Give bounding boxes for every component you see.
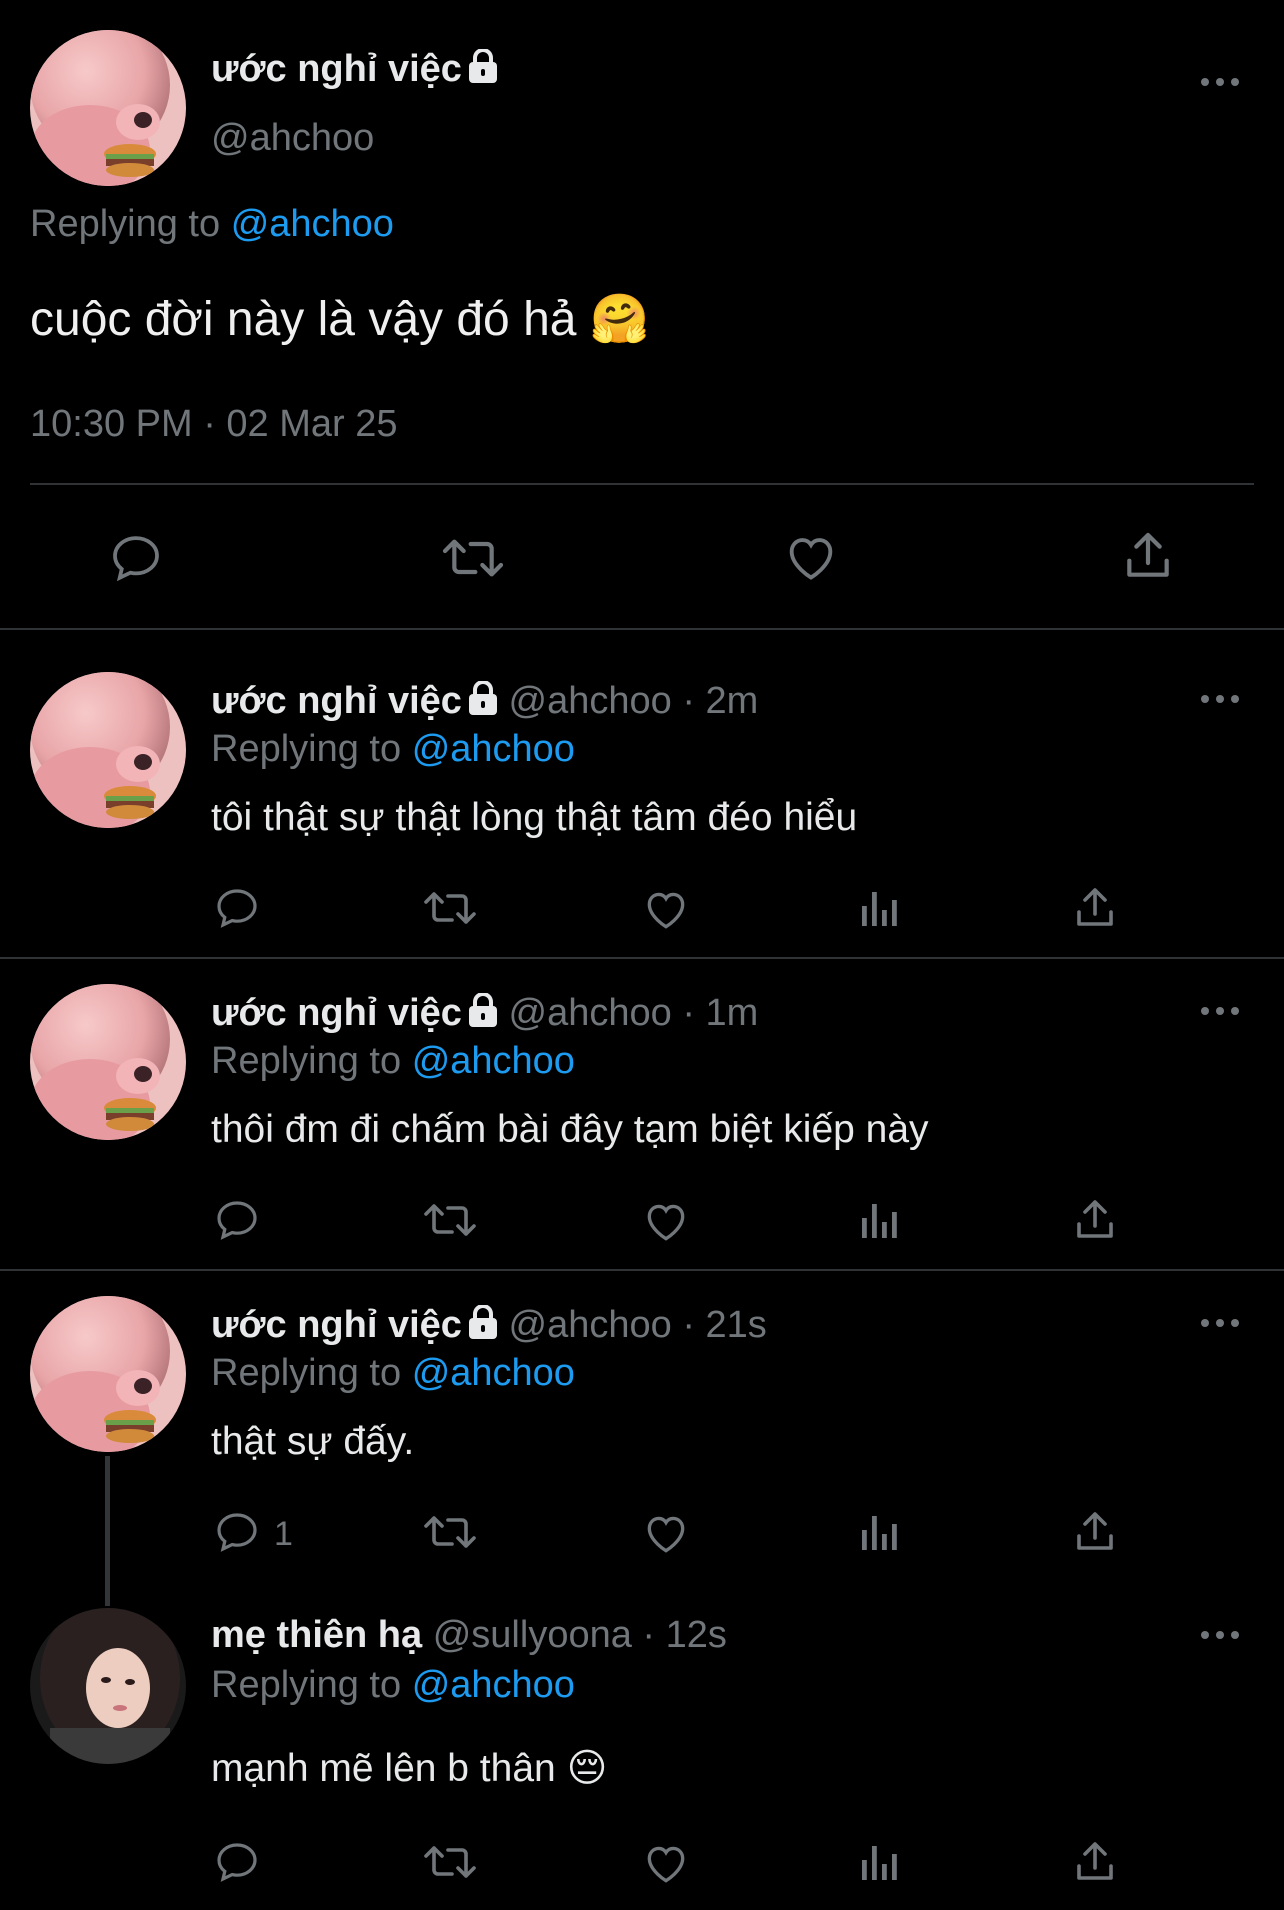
lock-icon <box>468 48 498 93</box>
display-name[interactable]: ước nghỉ việc <box>211 992 462 1034</box>
replying-handle-link[interactable]: @ahchoo <box>412 1664 575 1706</box>
reply-header: ước nghỉ việc @ahchoo · 2m <box>211 680 758 725</box>
divider <box>0 628 1284 630</box>
replying-to: Replying to @ahchoo <box>211 728 575 771</box>
replying-to: Replying to @ahchoo <box>30 203 394 246</box>
share-icon[interactable] <box>1071 1838 1119 1886</box>
divider <box>0 957 1284 959</box>
share-icon[interactable] <box>1071 1196 1119 1244</box>
replying-label: Replying to <box>211 1664 402 1706</box>
reply-icon[interactable] <box>108 530 164 586</box>
display-name[interactable]: mẹ thiên hạ <box>211 1614 422 1656</box>
reply-header: ước nghỉ việc @ahchoo · 21s <box>211 1304 767 1349</box>
handle[interactable]: @ahchoo <box>509 992 672 1034</box>
timestamp[interactable]: 10:30 PM · 02 Mar 25 <box>30 403 398 446</box>
tweet-body: mạnh mẽ lên b thân <box>211 1747 556 1790</box>
retweet-icon[interactable] <box>422 1838 478 1886</box>
tweet-text: tôi thật sự thật lòng thật tâm đéo hiểu <box>211 796 858 839</box>
like-icon[interactable] <box>641 1508 691 1558</box>
replying-to: Replying to @ahchoo <box>211 1352 575 1395</box>
replying-handle-link[interactable]: @ahchoo <box>231 203 394 245</box>
replying-handle-link[interactable]: @ahchoo <box>412 1352 575 1394</box>
display-name[interactable]: ước nghỉ việc <box>211 680 462 722</box>
like-icon[interactable] <box>782 528 840 586</box>
time-ago[interactable]: · 21s <box>682 1304 766 1346</box>
reply-icon[interactable] <box>213 1508 261 1556</box>
replying-handle-link[interactable]: @ahchoo <box>412 1040 575 1082</box>
lock-icon <box>468 680 498 725</box>
lock-icon <box>468 1304 498 1349</box>
pensive-emoji: 😔 <box>566 1746 608 1791</box>
more-icon[interactable] <box>1200 1317 1240 1329</box>
avatar[interactable] <box>30 30 186 186</box>
tweet-text: cuộc đời này là vậy đó hả 🤗 <box>30 290 650 347</box>
time-ago[interactable]: · 12s <box>642 1614 726 1656</box>
handle[interactable]: @ahchoo <box>509 1304 672 1346</box>
tweet-text: thôi đm đi chấm bài đây tạm biệt kiếp nà… <box>211 1108 929 1151</box>
lock-icon <box>468 992 498 1037</box>
divider <box>0 1269 1284 1271</box>
reply-header: ước nghỉ việc @ahchoo · 1m <box>211 992 758 1037</box>
reply-count: 1 <box>274 1515 293 1553</box>
reply-icon[interactable] <box>213 884 261 932</box>
thread-connector <box>105 1456 110 1606</box>
replying-label: Replying to <box>211 1040 402 1082</box>
avatar[interactable] <box>30 1608 186 1764</box>
tweet-text: mạnh mẽ lên b thân 😔 <box>211 1746 607 1791</box>
display-name[interactable]: ước nghỉ việc <box>211 1304 462 1346</box>
handle[interactable]: @sullyoona <box>433 1614 632 1656</box>
more-icon[interactable] <box>1200 1629 1240 1641</box>
retweet-icon[interactable] <box>422 1508 478 1556</box>
views-icon[interactable] <box>858 1510 902 1554</box>
display-name[interactable]: ước nghỉ việc <box>211 48 498 93</box>
tweet-text: thật sự đấy. <box>211 1420 415 1463</box>
more-icon[interactable] <box>1200 693 1240 705</box>
handle[interactable]: @ahchoo <box>211 117 374 160</box>
tweet-body: cuộc đời này là vậy đó hả <box>30 293 577 346</box>
retweet-icon[interactable] <box>422 884 478 932</box>
replying-handle-link[interactable]: @ahchoo <box>412 728 575 770</box>
retweet-icon[interactable] <box>422 1196 478 1244</box>
time-ago[interactable]: · 2m <box>682 680 758 722</box>
avatar[interactable] <box>30 672 186 828</box>
reply-icon[interactable] <box>213 1838 261 1886</box>
replying-to: Replying to @ahchoo <box>211 1664 575 1707</box>
replying-label: Replying to <box>30 203 221 245</box>
reply-header: mẹ thiên hạ @sullyoona · 12s <box>211 1614 727 1657</box>
reply-icon[interactable] <box>213 1196 261 1244</box>
hug-emoji: 🤗 <box>589 291 650 347</box>
share-icon[interactable] <box>1120 528 1176 584</box>
like-icon[interactable] <box>641 884 691 934</box>
views-icon[interactable] <box>858 886 902 930</box>
retweet-icon[interactable] <box>440 530 506 586</box>
replying-to: Replying to @ahchoo <box>211 1040 575 1083</box>
replying-label: Replying to <box>211 1352 402 1394</box>
display-name-text: ước nghỉ việc <box>211 48 462 90</box>
time-ago[interactable]: · 1m <box>682 992 758 1034</box>
share-icon[interactable] <box>1071 884 1119 932</box>
more-icon[interactable] <box>1200 76 1240 88</box>
views-icon[interactable] <box>858 1840 902 1884</box>
handle[interactable]: @ahchoo <box>509 680 672 722</box>
share-icon[interactable] <box>1071 1508 1119 1556</box>
views-icon[interactable] <box>858 1198 902 1242</box>
avatar[interactable] <box>30 984 186 1140</box>
divider <box>30 483 1254 485</box>
avatar[interactable] <box>30 1296 186 1452</box>
replying-label: Replying to <box>211 728 402 770</box>
more-icon[interactable] <box>1200 1005 1240 1017</box>
like-icon[interactable] <box>641 1196 691 1246</box>
like-icon[interactable] <box>641 1838 691 1888</box>
